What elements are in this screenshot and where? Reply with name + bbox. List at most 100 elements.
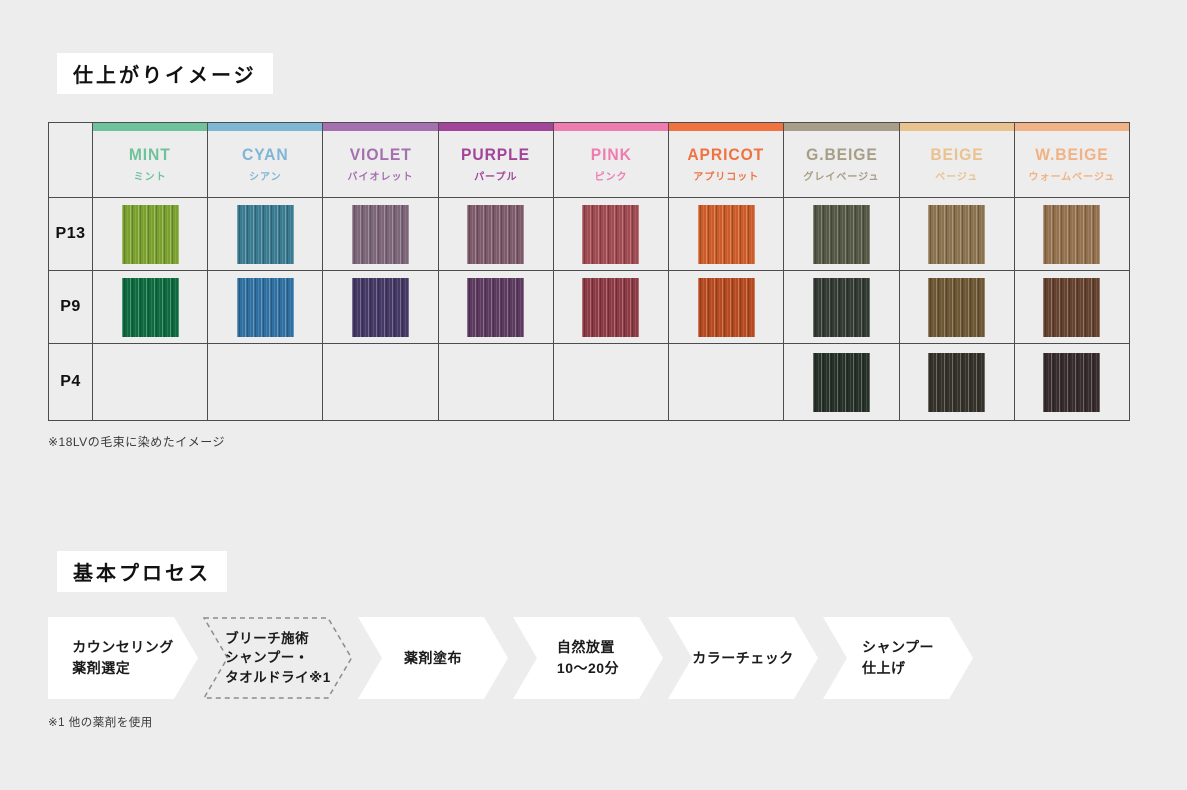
empty-cell [554, 344, 669, 421]
hair-swatch-p9-gbeige [813, 278, 870, 337]
hair-swatch-p9-mint [122, 278, 179, 337]
process-step-label: ブリーチ施術 シャンプー・ タオルドライ※1 [225, 629, 331, 688]
empty-cell [439, 344, 554, 421]
hair-swatch-p9-beige [928, 278, 985, 337]
hair-swatch-p13-mint [122, 205, 179, 264]
empty-cell [669, 344, 784, 421]
hair-swatch-p13-wbeige [1043, 205, 1100, 264]
swatch-cell [900, 271, 1015, 344]
process-step-bleach-optional: ブリーチ施術 シャンプー・ タオルドライ※1 [203, 617, 353, 699]
swatch-cell [554, 271, 669, 344]
swatch-cell [439, 198, 554, 271]
empty-cell [208, 344, 323, 421]
column-header-cyan: CYAN シアン [208, 123, 323, 198]
column-name: APRICOT [688, 145, 765, 165]
column-name-japanese: シアン [249, 168, 282, 183]
process-flow: カウンセリング 薬剤選定 ブリーチ施術 シャンプー・ タオルドライ※1 薬剤塗布… [48, 617, 973, 699]
row-label-p13: P13 [49, 198, 93, 271]
column-accent-bar [208, 123, 322, 131]
hair-swatch-p9-violet [352, 278, 409, 337]
finish-footnote: ※18LVの毛束に染めたイメージ [48, 433, 225, 450]
hair-swatch-p9-cyan [237, 278, 294, 337]
hair-swatch-p9-apricot [698, 278, 755, 337]
swatch-cell [323, 271, 438, 344]
column-header-wbeige: W.BEIGE ウォームベージュ [1015, 123, 1130, 198]
hair-swatch-p9-purple [467, 278, 524, 337]
hair-swatch-p13-apricot [698, 205, 755, 264]
hair-swatch-p9-pink [582, 278, 639, 337]
process-step-label: 薬剤塗布 [404, 648, 462, 669]
column-name-japanese: ピンク [594, 168, 627, 183]
column-header-violet: VIOLET バイオレット [323, 123, 438, 198]
swatch-cell [784, 198, 899, 271]
row-label-p9: P9 [49, 271, 93, 344]
finish-section-title: 仕上がりイメージ [57, 53, 273, 94]
column-name: PURPLE [461, 145, 530, 165]
column-header-purple: PURPLE パープル [439, 123, 554, 198]
process-step-label: カウンセリング 薬剤選定 [72, 637, 174, 679]
process-step-shampoo-finish: シャンプー 仕上げ [823, 617, 973, 699]
color-result-table: MINT ミント CYAN シアン VIOLET バイオレット PURPLE パ… [48, 122, 1130, 421]
column-name-japanese: ミント [134, 168, 167, 183]
column-name-japanese: パープル [474, 168, 517, 183]
column-accent-bar [784, 123, 898, 131]
swatch-cell [1015, 198, 1130, 271]
column-name: VIOLET [350, 145, 412, 165]
swatch-cell [1015, 344, 1130, 421]
hair-swatch-p13-cyan [237, 205, 294, 264]
process-step-wait: 自然放置 10〜20分 [513, 617, 663, 699]
process-step-label: カラーチェック [692, 648, 794, 669]
process-step-color-check: カラーチェック [668, 617, 818, 699]
column-header-apricot: APRICOT アプリコット [669, 123, 784, 198]
swatch-cell [900, 198, 1015, 271]
process-step-counseling: カウンセリング 薬剤選定 [48, 617, 198, 699]
column-accent-bar [323, 123, 437, 131]
column-accent-bar [554, 123, 668, 131]
column-name: G.BEIGE [806, 145, 878, 165]
column-name: W.BEIGE [1035, 145, 1108, 165]
column-name: MINT [129, 145, 171, 165]
swatch-cell [669, 198, 784, 271]
swatch-cell [208, 271, 323, 344]
swatch-cell [93, 198, 208, 271]
empty-cell [93, 344, 208, 421]
column-accent-bar [669, 123, 783, 131]
column-name: PINK [590, 145, 631, 165]
hair-swatch-p4-beige [928, 353, 985, 412]
column-accent-bar [439, 123, 553, 131]
process-footnote: ※1 他の薬剤を使用 [48, 714, 153, 730]
row-label-p4: P4 [49, 344, 93, 421]
swatch-cell [323, 198, 438, 271]
column-name-japanese: ウォームベージュ [1028, 168, 1115, 183]
column-header-gbeige: G.BEIGE グレイベージュ [784, 123, 899, 198]
column-header-mint: MINT ミント [93, 123, 208, 198]
column-name: CYAN [242, 145, 289, 165]
process-step-label: 自然放置 10〜20分 [557, 637, 619, 679]
swatch-cell [93, 271, 208, 344]
column-name-japanese: グレイベージュ [803, 168, 879, 183]
column-name-japanese: ベージュ [935, 168, 978, 183]
swatch-cell [669, 271, 784, 344]
process-step-apply-agent: 薬剤塗布 [358, 617, 508, 699]
process-step-label: シャンプー 仕上げ [862, 637, 934, 679]
column-name-japanese: バイオレット [348, 168, 414, 183]
hair-swatch-p9-wbeige [1043, 278, 1100, 337]
swatch-cell [1015, 271, 1130, 344]
hair-swatch-p4-wbeige [1043, 353, 1100, 412]
swatch-cell [784, 344, 899, 421]
table-corner-cell [49, 123, 93, 198]
swatch-cell [208, 198, 323, 271]
column-name: BEIGE [930, 145, 983, 165]
hair-swatch-p13-beige [928, 205, 985, 264]
swatch-cell [439, 271, 554, 344]
column-accent-bar [1015, 123, 1129, 131]
swatch-cell [554, 198, 669, 271]
hair-swatch-p13-violet [352, 205, 409, 264]
swatch-cell [784, 271, 899, 344]
column-header-pink: PINK ピンク [554, 123, 669, 198]
hair-swatch-p13-pink [582, 205, 639, 264]
column-accent-bar [900, 123, 1014, 131]
column-header-beige: BEIGE ベージュ [900, 123, 1015, 198]
hair-swatch-p13-purple [467, 205, 524, 264]
empty-cell [323, 344, 438, 421]
